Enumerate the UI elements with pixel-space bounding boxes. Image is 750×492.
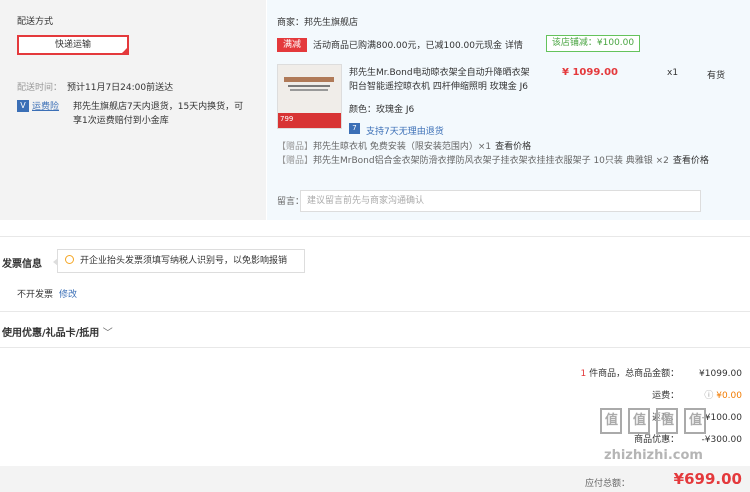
shipping-method-label: 快递运输 [54,40,91,50]
coupon-toggle[interactable]: 使用优惠/礼品卡/抵用 ﹀ [2,324,113,339]
payable-label: 应付总额： [585,479,631,489]
store-name: 商家：邦先生旗舰店 [277,18,359,28]
payable-bar [0,466,750,492]
gift-text: 邦先生晾衣机 免费安装（限安装范围内）×1 [313,142,492,152]
invoice-tip: 开企业抬头发票须填写纳税人识别号，以免影响报销 [53,249,305,273]
product-quantity: x1 [667,68,679,78]
insurance-icon: V [17,100,29,112]
promo-description: 活动商品已购满800.00元，已减100.00元现金 [313,41,502,51]
goods-total: ¥1099.00 [699,369,742,379]
watermark-logo: 值 值 值 值 [600,408,706,434]
divider [0,347,750,348]
memo-input[interactable]: 建议留言前先与商家沟通确认 [300,190,701,212]
delivery-time-value: 预计11月7日24:00前送达 [67,83,174,93]
watermark-box: 值 [628,408,650,434]
coupon-title: 使用优惠/礼品卡/抵用 [2,328,100,339]
shipping-fee-label: 运费： [652,391,680,401]
invoice-tip-text: 开企业抬头发票须填写纳税人识别号，以免影响报销 [80,256,288,266]
express-shipping-button[interactable]: 快递运输 ✓ [17,35,129,55]
delivery-time-label: 配送时间： [17,83,63,93]
invoice-title: 发票信息 [2,259,42,270]
watermark-glyph: 值 [661,413,675,428]
stock-status: 有货 [707,71,726,81]
product-color: 颜色：玫瑰金 J6 [349,105,415,115]
return-policy: 支持7天无理由退货 [366,127,444,137]
savings-label: 商品优惠： [634,435,680,445]
savings-value: -¥300.00 [701,435,742,445]
drying-rack-rod [288,85,330,87]
gift-item: 【赠品】邦先生晾衣机 免费安装（限安装范围内）×1 查看价格 [277,139,531,152]
watermark-box: 值 [600,408,622,434]
gift-price-link[interactable]: 查看价格 [495,142,531,152]
product-thumbnail[interactable]: 799 [277,64,342,129]
gift-item: 【赠品】邦先生MrBond铝合金衣架防滑衣撑防风衣架子挂衣架衣挂挂衣服架子 10… [277,153,709,166]
goods-total-row: 1 件商品，总商品金额： ¥1099.00 [581,366,742,379]
divider [0,311,750,312]
gift-tag: 【赠品】 [277,156,314,166]
product-title-line2: 阳台智能遥控晾衣机 四杆伸缩照明 玫瑰金 J6 [349,82,528,92]
shipping-fee-value: ¥0.00 [716,391,742,401]
insurance-desc-line1: 邦先生旗舰店7天内退货，15天内换货，可 [73,102,244,112]
store-discount-badge: 该店铺减：¥100.00 [546,35,640,52]
product-price: ¥ 1099.00 [562,67,618,78]
promo-text: 活动商品已购满800.00元，已减100.00元现金 详情 [313,38,523,51]
item-count-suffix: 件商品，总商品金额： [586,369,680,379]
shipping-fee-row: 运费： ⓘ ¥0.00 [652,388,742,401]
thumb-price: 799 [280,115,294,123]
watermark-glyph: 值 [689,413,703,428]
product-title-line1: 邦先生Mr.Bond电动晾衣架全自动升降晒衣架 [349,68,530,78]
product-title[interactable]: 邦先生Mr.Bond电动晾衣架全自动升降晒衣架 阳台智能遥控晾衣机 四杆伸缩照明… [349,66,544,94]
gift-text: 邦先生MrBond铝合金衣架防滑衣撑防风衣架子挂衣架衣挂挂衣服架子 10只装 典… [313,156,669,166]
invoice-value: 不开发票 [17,290,54,300]
drying-rack-rod [290,89,328,91]
watermark-box: 值 [684,408,706,434]
delivery-title: 配送方式 [17,17,54,27]
insurance-desc-line2: 享1次运费赔付到小金库 [73,116,169,126]
payable-amount: ¥699.00 [673,470,742,488]
watermark-glyph: 值 [605,413,619,428]
promo-detail-link[interactable]: 详情 [505,41,523,51]
lightbulb-icon [65,255,74,264]
tooltip-arrow [53,258,58,266]
gift-price-link[interactable]: 查看价格 [673,156,709,166]
gift-tag: 【赠品】 [277,142,314,152]
insurance-link[interactable]: 运费险 [32,99,59,112]
info-icon[interactable]: ⓘ [704,391,713,401]
watermark-glyph: 值 [633,413,647,428]
check-icon: ✓ [121,47,127,54]
return-policy-icon: 7 [349,123,360,134]
invoice-edit-link[interactable]: 修改 [59,287,77,300]
divider [0,236,750,237]
watermark-site: zhizhizhi.com [604,448,703,463]
shipping-fee-cell: ⓘ ¥0.00 [682,388,742,401]
chevron-down-icon: ﹀ [102,328,113,339]
watermark-box: 值 [656,408,678,434]
promo-tag: 满减 [277,38,307,52]
drying-rack-shape [284,77,334,82]
